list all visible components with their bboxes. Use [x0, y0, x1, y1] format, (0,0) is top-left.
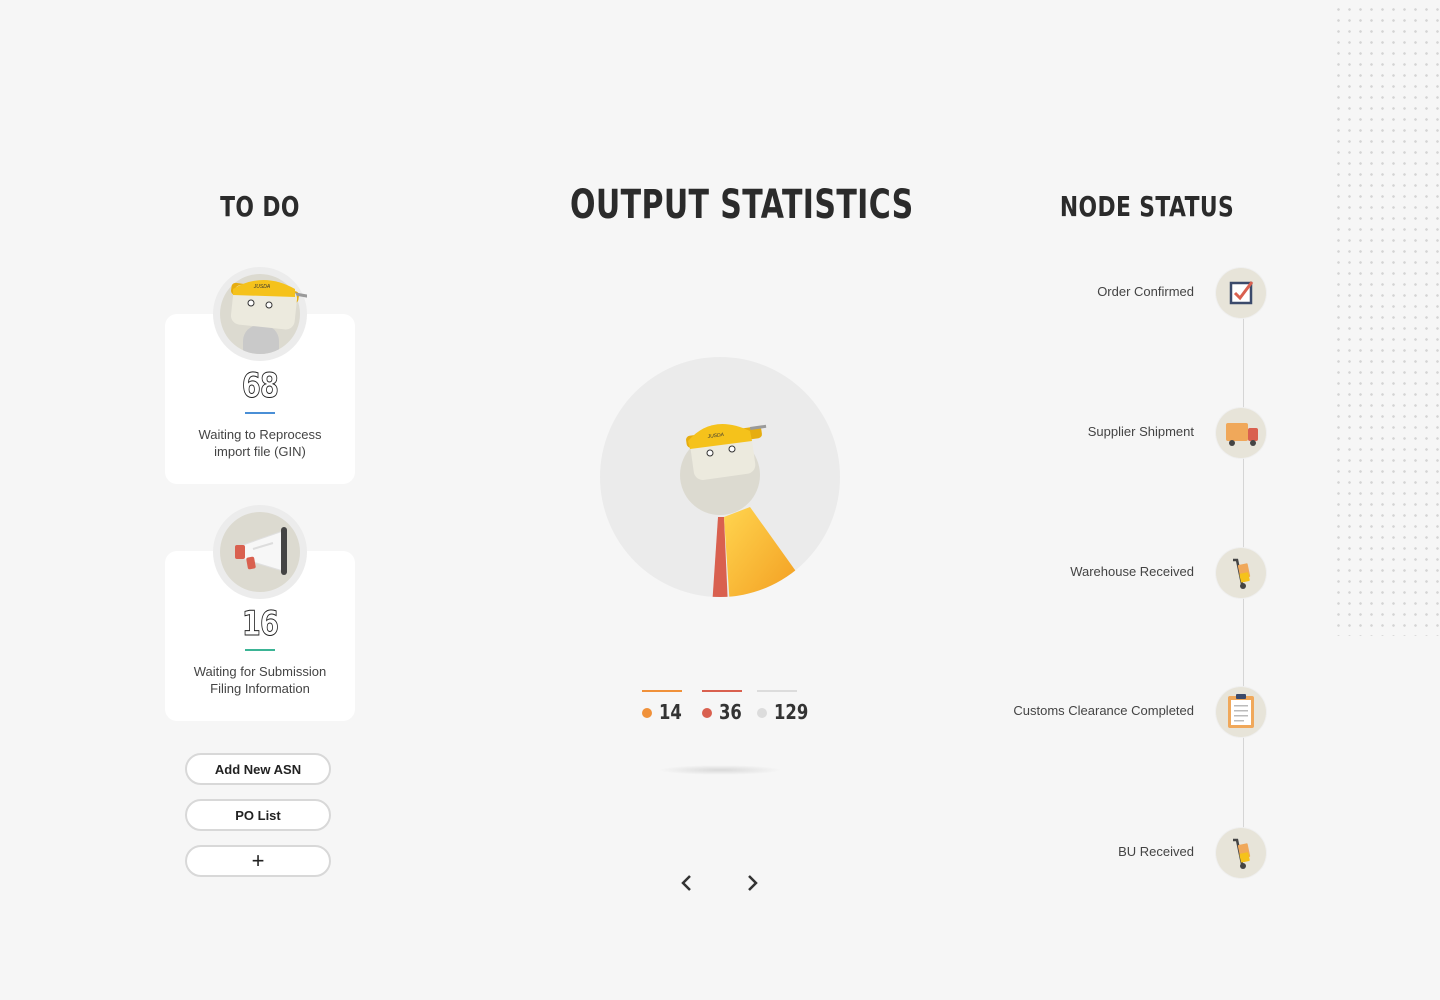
todo-label-reprocess: Waiting to Reprocess import file (GIN)	[198, 427, 322, 459]
todo-count-reprocess: 68	[241, 366, 279, 407]
todo-title: TO DO	[220, 190, 300, 223]
node-label: BU Received	[1118, 844, 1194, 859]
legend-dot	[757, 708, 767, 718]
node-order-confirmed[interactable]: Order Confirmed	[900, 267, 1270, 319]
todo-accent-line	[245, 649, 275, 651]
truck-icon	[1216, 408, 1266, 458]
po-list-button[interactable]: PO List	[185, 799, 331, 831]
node-bu-received[interactable]: BU Received	[900, 827, 1270, 879]
megaphone-icon	[213, 505, 307, 599]
legend-dot	[702, 708, 712, 718]
node-supplier-shipment[interactable]: Supplier Shipment	[900, 407, 1270, 459]
legend-bar	[642, 690, 682, 692]
todo-label-submission: Waiting for Submission Filing Informatio…	[193, 664, 327, 696]
add-new-asn-button[interactable]: Add New ASN	[185, 753, 331, 785]
output-statistics-title: OUTPUT STATISTICS	[570, 182, 914, 228]
legend-value: 14	[659, 700, 682, 724]
chevron-left-icon	[681, 875, 691, 891]
add-button[interactable]: +	[185, 845, 331, 877]
previous-button[interactable]	[675, 871, 699, 895]
node-warehouse-received[interactable]: Warehouse Received	[900, 547, 1270, 599]
pedestal-shadow	[658, 765, 782, 775]
legend-bar	[702, 690, 742, 692]
node-label: Warehouse Received	[1070, 564, 1194, 579]
node-label: Order Confirmed	[1097, 284, 1194, 299]
node-label: Supplier Shipment	[1087, 424, 1194, 439]
chevron-right-icon	[748, 875, 758, 891]
node-status-title: NODE STATUS	[1059, 190, 1235, 223]
todo-accent-line	[245, 412, 275, 414]
node-customs-clearance-completed[interactable]: Customs Clearance Completed	[900, 686, 1270, 738]
output-statistics-graphic: JUSDA	[600, 357, 840, 602]
legend-bar	[757, 690, 797, 692]
legend-value: 129	[774, 700, 809, 724]
dot-pattern-decoration	[1330, 0, 1440, 636]
legend-dot	[642, 708, 652, 718]
clipboard-icon	[1216, 687, 1266, 737]
checkbox-icon	[1216, 268, 1266, 318]
hand-truck-icon	[1216, 548, 1266, 598]
robot-mascot-icon: JUSDA	[213, 267, 307, 361]
hand-truck-icon	[1216, 828, 1266, 878]
svg-text:JUSDA: JUSDA	[253, 284, 271, 290]
todo-count-submission: 16	[241, 604, 279, 645]
node-label: Customs Clearance Completed	[1013, 703, 1194, 718]
next-button[interactable]	[740, 871, 764, 895]
legend-value: 36	[719, 700, 742, 724]
